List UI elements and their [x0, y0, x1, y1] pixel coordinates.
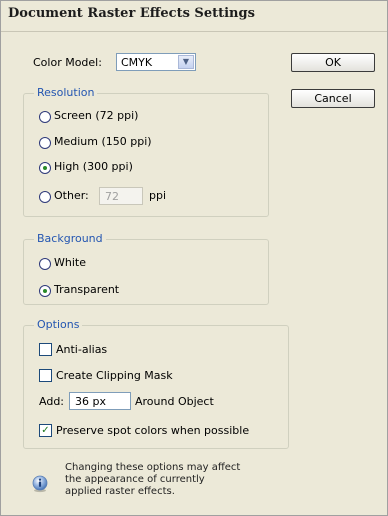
preserve-spot-checkbox[interactable]: ✓ — [39, 424, 52, 437]
raster-effects-dialog: Document Raster Effects Settings Color M… — [0, 0, 388, 516]
radio-medium-label[interactable]: Medium (150 ppi) — [54, 135, 152, 148]
radio-other-label[interactable]: Other: — [54, 189, 89, 202]
add-suffix-label: Around Object — [135, 395, 214, 408]
info-note: Changing these options may affect the ap… — [65, 462, 265, 498]
anti-alias-label[interactable]: Anti-alias — [56, 343, 107, 356]
radio-screen[interactable] — [39, 111, 51, 123]
radio-transparent[interactable] — [39, 285, 51, 297]
options-legend: Options — [34, 318, 83, 331]
radio-transparent-label[interactable]: Transparent — [54, 283, 119, 296]
radio-high-label[interactable]: High (300 ppi) — [54, 160, 133, 173]
other-ppi-field[interactable]: 72 — [99, 187, 143, 205]
info-note-line: Changing these options may affect — [65, 462, 241, 473]
background-legend: Background — [34, 232, 106, 245]
info-note-line: applied raster effects. — [65, 486, 175, 497]
radio-medium[interactable] — [39, 137, 51, 149]
other-ppi-unit: ppi — [149, 189, 167, 202]
radio-white[interactable] — [39, 258, 51, 270]
add-amount-field[interactable]: 36 px — [69, 392, 131, 410]
info-note-line: the appearance of currently — [65, 474, 205, 485]
radio-high[interactable] — [39, 162, 51, 174]
ok-button[interactable]: OK — [291, 53, 375, 72]
clipping-mask-checkbox[interactable] — [39, 369, 52, 382]
radio-screen-label[interactable]: Screen (72 ppi) — [54, 109, 138, 122]
chevron-down-icon[interactable]: ▼ — [178, 55, 194, 69]
info-icon — [32, 475, 48, 493]
add-label: Add: — [39, 395, 65, 408]
preserve-spot-label[interactable]: Preserve spot colors when possible — [56, 424, 249, 437]
radio-white-label[interactable]: White — [54, 256, 86, 269]
color-model-value: CMYK — [121, 56, 153, 69]
anti-alias-checkbox[interactable] — [39, 343, 52, 356]
clipping-mask-label[interactable]: Create Clipping Mask — [56, 369, 173, 382]
dialog-title: Document Raster Effects Settings — [8, 6, 255, 21]
cancel-button[interactable]: Cancel — [291, 89, 375, 108]
color-model-select[interactable]: CMYK ▼ — [116, 53, 196, 71]
add-amount-value: 36 px — [75, 395, 106, 408]
color-model-label: Color Model: — [33, 56, 102, 69]
title-divider — [1, 31, 387, 32]
radio-other[interactable] — [39, 191, 51, 203]
other-ppi-value: 72 — [105, 190, 119, 203]
resolution-legend: Resolution — [34, 86, 98, 99]
